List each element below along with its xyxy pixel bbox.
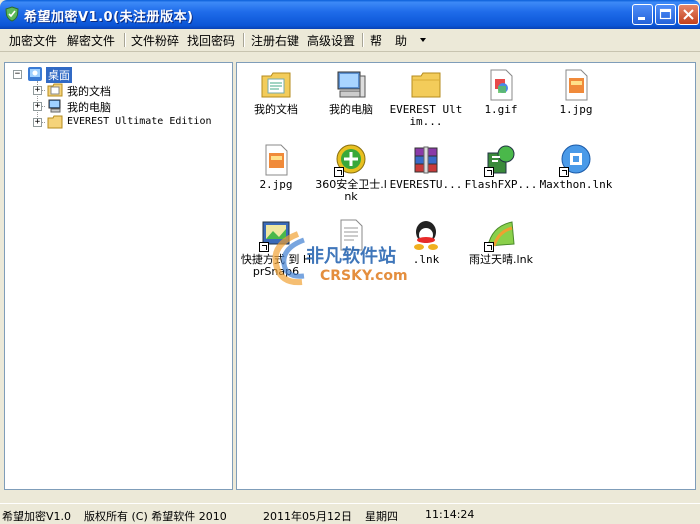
desktop-icon [28, 67, 42, 81]
file-item[interactable]: FlashFXP... [463, 143, 539, 191]
maximize-button[interactable] [655, 4, 676, 25]
file-label: 360安全卫士.lnk [315, 178, 387, 203]
file-label: 1.gif [484, 103, 518, 116]
shred-file-button[interactable]: 文件粉碎 [131, 32, 179, 49]
file-item[interactable]: 我的文档 [238, 68, 314, 116]
register-context-menu-button[interactable]: 注册右键 [251, 32, 299, 49]
file-label: EVERESTU... [389, 178, 463, 191]
status-weekday: 星期四 [365, 510, 398, 523]
tree-item-my-documents[interactable]: + 我的文档 [5, 82, 225, 98]
advanced-settings-button[interactable]: 高级设置 [307, 32, 355, 49]
decrypt-file-button[interactable]: 解密文件 [67, 32, 115, 49]
my-documents-icon [47, 83, 63, 97]
shortcut-arrow-icon [334, 167, 344, 177]
tree-label-my-computer: 我的电脑 [67, 101, 111, 114]
file-item[interactable]: 雨过天晴.lnk [463, 218, 539, 266]
file-label: 2.jpg [259, 178, 293, 191]
menu-toolbar: 加密文件 解密文件 文件粉碎 找回密码 注册右键 高级设置 帮 助 [0, 29, 700, 52]
close-button[interactable] [678, 4, 699, 25]
help-dropdown-arrow-icon[interactable] [420, 38, 426, 42]
recover-password-button[interactable]: 找回密码 [187, 32, 235, 49]
file-item[interactable]: 360安全卫士.lnk [313, 143, 389, 203]
file-label: Maxthon.lnk [539, 178, 613, 191]
tree-item-my-computer[interactable]: + 我的电脑 [5, 98, 225, 114]
my-documents-icon [261, 72, 291, 98]
file-item[interactable]: 1.gif [463, 68, 539, 116]
tree-label-my-documents: 我的文档 [67, 85, 111, 98]
file-label: FlashFXP... [464, 178, 538, 191]
maximize-icon [659, 8, 672, 20]
shortcut-arrow-icon [559, 167, 569, 177]
expand-toggle[interactable]: + [33, 118, 42, 127]
my-computer-icon [48, 99, 61, 113]
file-label: 1.jpg [559, 103, 593, 116]
title-bar[interactable]: 希望加密V1.0(未注册版本) [0, 0, 700, 29]
tree-label-desktop: 桌面 [46, 67, 72, 83]
expand-toggle[interactable]: + [33, 86, 42, 95]
help-button[interactable]: 帮 [370, 32, 382, 49]
winrar-archive-icon [414, 146, 438, 174]
toolbar-separator [362, 33, 364, 47]
file-label: 我的电脑 [329, 103, 373, 116]
minimize-button[interactable] [632, 4, 653, 25]
encrypt-file-button[interactable]: 加密文件 [9, 32, 57, 49]
status-date: 2011年05月12日 [263, 510, 352, 523]
folder-icon [411, 72, 441, 98]
folder-tree[interactable]: − 桌面 + 我的文档 + 我的电脑 + EVEREST Ultimate Ed… [4, 62, 233, 490]
tree-label-everest: EVEREST Ultimate Edition [67, 116, 212, 127]
watermark-logo-icon [272, 231, 305, 286]
file-item[interactable]: EVERESTU... [388, 143, 464, 191]
jpg-file-icon [265, 144, 288, 176]
crsky-watermark: 非凡软件站 CRSKY.com [268, 228, 432, 290]
file-label: 我的文档 [254, 103, 298, 116]
file-item[interactable]: Maxthon.lnk [538, 143, 614, 191]
status-app-name: 希望加密V1.0 [2, 510, 72, 523]
jpg-file-icon [565, 69, 588, 101]
tree-item-everest[interactable]: + EVEREST Ultimate Edition [5, 114, 225, 130]
collapse-toggle[interactable]: − [13, 70, 22, 79]
file-item[interactable]: 2.jpg [238, 143, 314, 191]
status-bar: 希望加密V1.0 版权所有 (C) 希望软件 2010 2011年05月12日 … [0, 503, 700, 524]
watermark-sub: CRSKY.com [320, 268, 408, 284]
window-title: 希望加密V1.0(未注册版本) [24, 10, 194, 25]
file-item[interactable]: 我的电脑 [313, 68, 389, 116]
file-label: EVEREST Ultim... [389, 103, 463, 128]
status-copyright: 版权所有 (C) 希望软件 2010 [84, 510, 227, 523]
shortcut-arrow-icon [484, 167, 494, 177]
close-icon [683, 9, 694, 20]
toolbar-separator [243, 33, 245, 47]
shortcut-arrow-icon [484, 242, 494, 252]
file-label: 雨过天晴.lnk [469, 253, 533, 266]
app-shield-icon [5, 6, 19, 22]
file-item[interactable]: 1.jpg [538, 68, 614, 116]
tree-item-desktop[interactable]: − 桌面 [5, 66, 225, 83]
folder-icon [47, 115, 63, 129]
gif-file-icon [490, 69, 513, 101]
watermark-text: 非凡软件站 [306, 246, 396, 267]
minimize-icon [638, 17, 645, 20]
toolbar-separator [124, 33, 126, 47]
status-time: 11:14:24 [425, 508, 475, 521]
file-item[interactable]: EVEREST Ultim... [388, 68, 464, 128]
help-button-suffix[interactable]: 助 [395, 32, 407, 49]
my-computer-icon [337, 71, 366, 98]
expand-toggle[interactable]: + [33, 102, 42, 111]
